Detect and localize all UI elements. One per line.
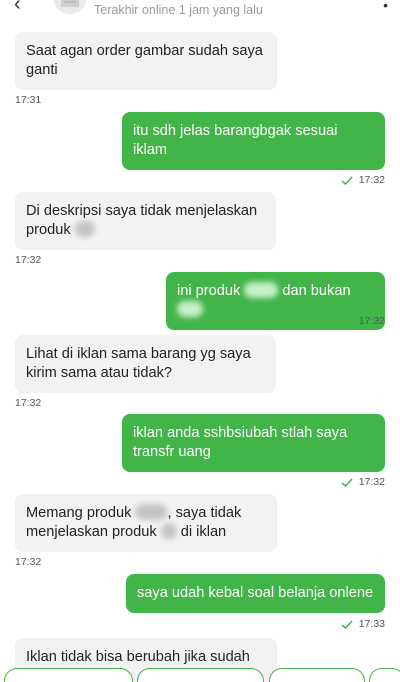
outgoing-message[interactable]: itu sdh jelas barangbgak sesuai iklam [122,112,385,170]
incoming-message[interactable]: Lihat di iklan sama barang yg saya kirim… [15,335,276,393]
blurred-text [160,523,177,539]
blurred-text [74,221,95,237]
incoming-message[interactable]: Saat agan order gambar sudah saya ganti [15,32,277,90]
incoming-message[interactable]: Memang produk , saya tidak menjelaskan pr… [15,494,277,552]
message-text: Lihat di iklan sama barang yg saya [26,346,251,362]
message-time: 17:32 [358,174,385,186]
blurred-text [177,301,203,317]
blurred-text [244,282,279,298]
read-check-icon [341,316,353,326]
message-time: 17:32 [358,315,385,327]
quick-reply-chip[interactable] [4,668,133,682]
avatar[interactable] [54,0,86,14]
message-text: dan bukan [282,283,351,299]
more-vertical-icon[interactable]: • [383,0,388,12]
incoming-message[interactable]: Di deskripsi saya tidak menjelaskan prod… [15,192,276,250]
message-time: 17:32 [15,556,42,568]
message-text: iklan anda sshbsiubah stlah saya [133,425,348,441]
back-arrow-icon[interactable]: ‹ [14,0,21,14]
message-time: 17:32 [15,397,42,409]
read-check-icon [341,175,353,185]
last-online-status: Terakhir online 1 jam yang lalu [94,3,263,17]
message-text: kirim sama atau tidak? [26,365,172,381]
quick-reply-bar [0,668,400,682]
message-text: ini produk [177,283,241,299]
message-text: ganti [26,62,58,78]
message-text: saya udah kebal soal belanja onlene [137,585,374,601]
message-text: produk [26,222,71,238]
message-text: Memang produk [26,505,132,521]
message-text: di iklan [180,524,227,540]
message-time-row: 17:32 [341,476,385,488]
message-text: Di deskripsi saya tidak menjelaskan [26,203,258,219]
message-time-row: 17:32 [341,315,385,327]
chat-header: ‹ Terakhir online 1 jam yang lalu • [0,0,400,22]
outgoing-message[interactable]: iklan anda sshbsiubah stlah saya transfr… [122,414,385,472]
message-time-row: 17:32 [341,174,385,186]
message-text: , saya tidak [167,505,242,521]
message-text: menjelaskan produk [26,524,157,540]
read-check-icon [341,477,353,487]
message-time: 17:32 [15,254,42,266]
quick-reply-chip[interactable] [269,668,365,682]
read-check-icon [341,619,353,629]
message-text: itu sdh jelas barangbgak sesuai [133,123,338,139]
message-text: iklam [133,142,168,158]
message-time: 17:31 [15,94,42,106]
outgoing-message[interactable]: saya udah kebal soal belanja onlene [126,574,385,613]
quick-reply-chip[interactable] [137,668,264,682]
message-text: Saat agan order gambar sudah saya [26,43,263,59]
message-time: 17:32 [358,476,385,488]
quick-reply-icon-button[interactable] [369,668,400,682]
message-text: transfr uang [133,444,211,460]
message-time-row: 17:33 [341,618,385,630]
message-time: 17:33 [358,618,385,630]
message-text: Iklan tidak bisa berubah jika sudah [26,649,250,665]
blurred-text [135,504,168,520]
